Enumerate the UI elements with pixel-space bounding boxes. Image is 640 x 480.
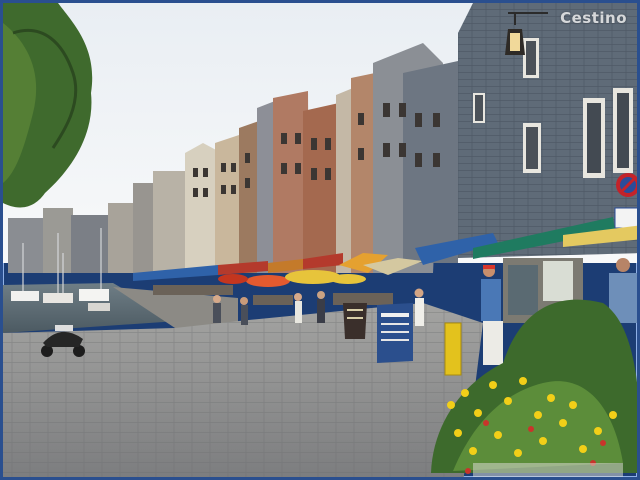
photo-frame: Cestino [0,0,640,480]
menu-board [377,303,413,363]
harbour-photo [3,3,637,477]
sandwich-board [343,303,367,339]
watermark-text: Cestino [560,9,627,27]
yellow-bollard [444,322,462,376]
